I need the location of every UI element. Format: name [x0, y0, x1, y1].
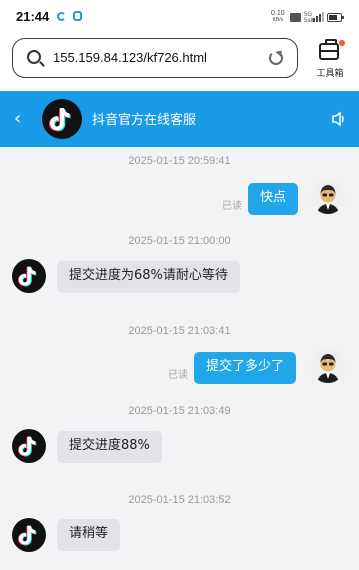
service-avatar [12, 259, 46, 293]
battery-icon [327, 13, 344, 22]
chat-header: ‹ 抖音官方在线客服 [0, 91, 359, 147]
sync-icon [57, 12, 66, 21]
status-time: 21:44 [16, 9, 50, 24]
url-text[interactable]: 155.159.84.123/kf726.html [53, 50, 207, 65]
chat-area[interactable]: 2025-01-15 20:59:41 已读 快点 2025-01-15 21:… [0, 147, 359, 570]
read-status: 已读 [222, 201, 242, 212]
toolbox-icon [319, 39, 339, 60]
message-bubble-outgoing[interactable]: 提交了多少了 [194, 352, 297, 384]
signal-type: 5G 5all [304, 12, 313, 24]
user-avatar [311, 349, 345, 383]
app-notification-icon [73, 11, 82, 21]
browser-toolbar: 155.159.84.123/kf726.html 工具箱 [0, 34, 359, 88]
address-bar[interactable]: 155.159.84.123/kf726.html [12, 38, 298, 78]
user-avatar [311, 180, 345, 214]
network-speed-unit: KB/s [272, 17, 284, 23]
message-timestamp: 2025-01-15 21:03:49 [128, 405, 231, 417]
status-bar: 21:44 0.10 KB/s 5G 5all [0, 0, 359, 34]
message-bubble-incoming[interactable]: 请稍等 [57, 519, 121, 551]
message-timestamp: 2025-01-15 21:00:00 [128, 235, 231, 247]
toolbox-label: 工具箱 [316, 69, 344, 79]
notification-dot [339, 40, 345, 46]
message-bubble-incoming[interactable]: 提交进度为68%请耐心等待 [57, 261, 240, 293]
message-bubble-outgoing[interactable]: 快点 [248, 183, 299, 215]
tiktok-logo-icon [17, 266, 37, 287]
sim-card-icon [290, 13, 301, 22]
user-avatar-icon [311, 180, 345, 214]
network-speed-value: 0.10 [271, 10, 285, 17]
message-timestamp: 2025-01-15 20:59:41 [128, 155, 231, 167]
signal-bars-icon [313, 11, 324, 22]
service-avatar [12, 518, 46, 552]
speaker-icon[interactable] [331, 109, 347, 129]
search-icon [27, 50, 41, 64]
message-timestamp: 2025-01-15 21:03:41 [128, 325, 231, 337]
tiktok-logo-icon [49, 108, 71, 132]
message-bubble-incoming[interactable]: 提交进度88% [57, 431, 162, 463]
chat-title: 抖音官方在线客服 [92, 113, 197, 128]
signal-type-sub: 5all [304, 18, 314, 24]
service-avatar [12, 429, 46, 463]
back-icon[interactable]: ‹ [14, 109, 30, 129]
message-timestamp: 2025-01-15 21:03:52 [128, 494, 231, 506]
tiktok-logo-icon [17, 525, 37, 546]
tiktok-logo-icon [17, 436, 37, 457]
reload-icon[interactable] [269, 51, 283, 65]
service-avatar [42, 99, 82, 139]
network-speed: 0.10 KB/s [271, 10, 285, 24]
read-status: 已读 [168, 370, 188, 381]
toolbox-button[interactable]: 工具箱 [308, 38, 352, 82]
user-avatar-icon [311, 349, 345, 383]
